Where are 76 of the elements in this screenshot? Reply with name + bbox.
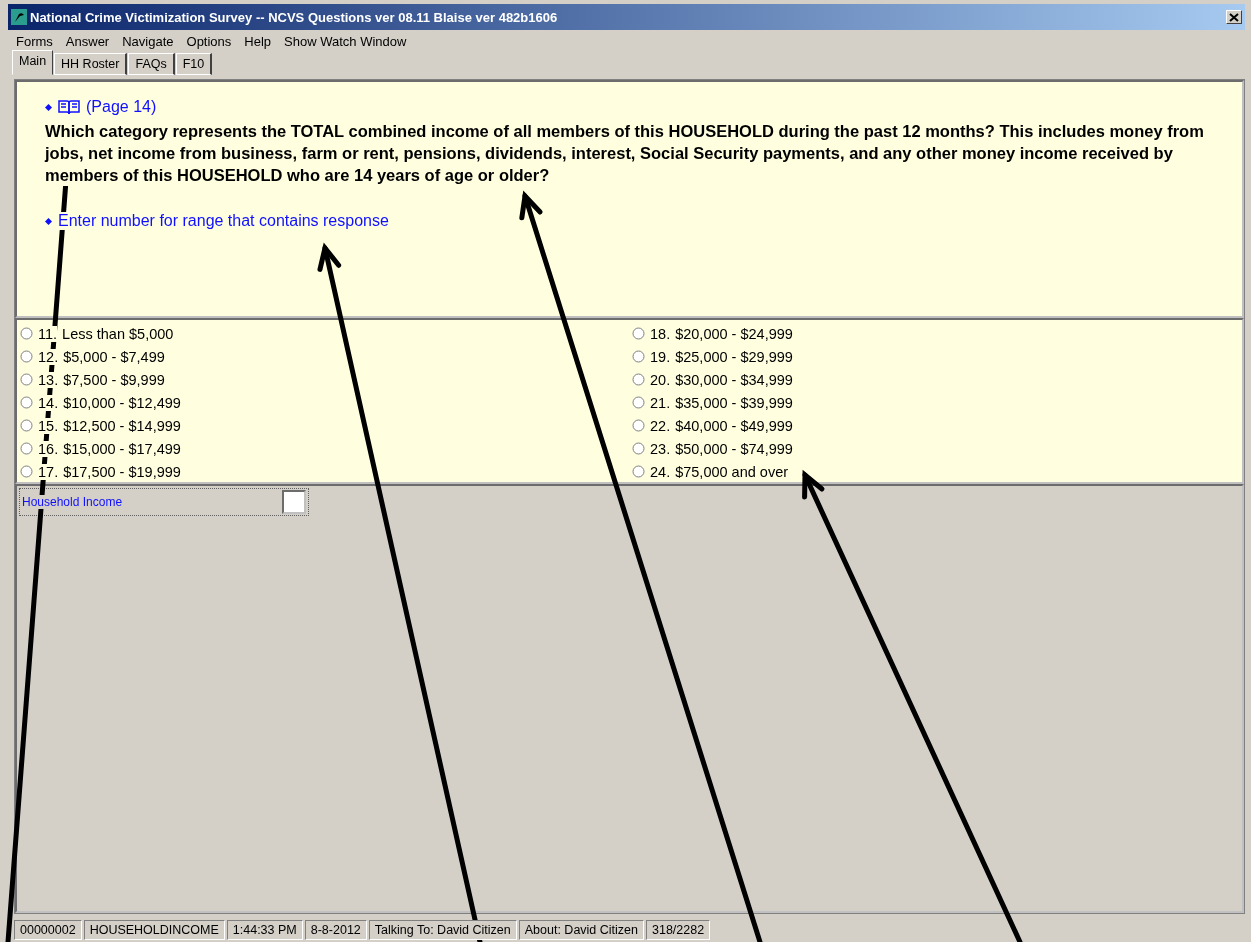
answer-option[interactable]: 16. $15,000 - $17,499	[17, 437, 629, 460]
radio-button[interactable]	[632, 327, 645, 340]
menu-item[interactable]: Show Watch Window	[284, 34, 407, 49]
menu-item[interactable]: Forms	[16, 34, 53, 49]
option-number: 15.	[38, 417, 59, 434]
answer-option[interactable]: 13. $7,500 - $9,999	[17, 368, 629, 391]
radio-button[interactable]	[20, 396, 33, 409]
instruction-text: Enter number for range that contains response	[58, 212, 389, 230]
option-label: $12,500 - $14,999	[63, 417, 181, 434]
radio-button[interactable]	[632, 465, 645, 478]
option-label: $20,000 - $24,999	[675, 325, 793, 342]
option-number: 14.	[38, 394, 59, 411]
bullet-icon	[45, 217, 52, 225]
option-label: $50,000 - $74,999	[675, 440, 793, 457]
answer-option[interactable]: 20. $30,000 - $34,999	[629, 368, 1242, 391]
option-label: $40,000 - $49,999	[675, 417, 793, 434]
answer-option[interactable]: 14. $10,000 - $12,499	[17, 391, 629, 414]
status-cell: 1:44:33 PM	[226, 920, 303, 940]
option-label: $7,500 - $9,999	[63, 371, 165, 388]
radio-button[interactable]	[20, 350, 33, 363]
answer-option[interactable]: 18. $20,000 - $24,999	[629, 322, 1242, 345]
option-label: $30,000 - $34,999	[675, 371, 793, 388]
close-button[interactable]	[1226, 10, 1242, 24]
radio-button[interactable]	[632, 396, 645, 409]
status-cell: Talking To: David Citizen	[368, 920, 517, 940]
answer-option[interactable]: 24. $75,000 and over	[629, 460, 1242, 483]
answer-option[interactable]: 21. $35,000 - $39,999	[629, 391, 1242, 414]
option-number: 16.	[38, 440, 59, 457]
status-cell: HOUSEHOLDINCOME	[83, 920, 225, 940]
option-number: 13.	[38, 371, 59, 388]
field-label: Household Income	[22, 495, 123, 509]
radio-button[interactable]	[632, 373, 645, 386]
page-reference[interactable]: (Page 14)	[86, 98, 157, 116]
window-title: National Crime Victimization Survey -- NCVS Questions ver 08.11 Blaise ver 482b1606	[30, 9, 559, 25]
option-label: Less than $5,000	[62, 325, 174, 342]
answer-option[interactable]: 12. $5,000 - $7,499	[17, 345, 629, 368]
input-field[interactable]	[282, 490, 306, 514]
menu-item[interactable]: Answer	[65, 34, 110, 49]
option-label: $5,000 - $7,499	[63, 348, 165, 365]
menu-item[interactable]: Help	[244, 34, 272, 49]
option-label: $15,000 - $17,499	[63, 440, 181, 457]
radio-button[interactable]	[632, 442, 645, 455]
option-label: $10,000 - $12,499	[63, 394, 181, 411]
option-label: $75,000 and over	[675, 463, 789, 480]
answer-option[interactable]: 22. $40,000 - $49,999	[629, 414, 1242, 437]
status-cell: 8-8-2012	[304, 920, 367, 940]
app-icon	[11, 9, 27, 25]
status-cell: 00000002	[14, 920, 82, 940]
answer-option[interactable]: 19. $25,000 - $29,999	[629, 345, 1242, 368]
menu-item[interactable]: Navigate	[122, 34, 174, 49]
option-number: 11.	[38, 325, 58, 342]
status-cell: About: David Citizen	[518, 920, 644, 940]
option-label: $17,500 - $19,999	[63, 463, 181, 480]
status-cell: 318/2282	[646, 920, 711, 940]
option-number: 17.	[38, 463, 59, 480]
option-label: $35,000 - $39,999	[675, 394, 793, 411]
radio-button[interactable]	[20, 373, 33, 386]
bullet-icon	[45, 103, 52, 111]
answer-option[interactable]: 23. $50,000 - $74,999	[629, 437, 1242, 460]
radio-button[interactable]	[632, 350, 645, 363]
radio-button[interactable]	[20, 442, 33, 455]
tab[interactable]: Main	[12, 50, 54, 75]
tab[interactable]: F10	[175, 53, 213, 75]
radio-button[interactable]	[20, 465, 33, 478]
option-label: $25,000 - $29,999	[675, 348, 793, 365]
option-number: 12.	[38, 348, 59, 365]
tab[interactable]: HH Roster	[54, 53, 128, 75]
answer-option[interactable]: 11. Less than $5,000	[17, 322, 629, 345]
answer-option[interactable]: 15. $12,500 - $14,999	[17, 414, 629, 437]
menu-item[interactable]: Options	[186, 34, 232, 49]
radio-button[interactable]	[20, 327, 33, 340]
tab[interactable]: FAQs	[128, 53, 175, 75]
book-icon[interactable]	[58, 99, 80, 115]
radio-button[interactable]	[632, 419, 645, 432]
answer-option[interactable]: 17. $17,500 - $19,999	[17, 460, 629, 483]
radio-button[interactable]	[20, 419, 33, 432]
